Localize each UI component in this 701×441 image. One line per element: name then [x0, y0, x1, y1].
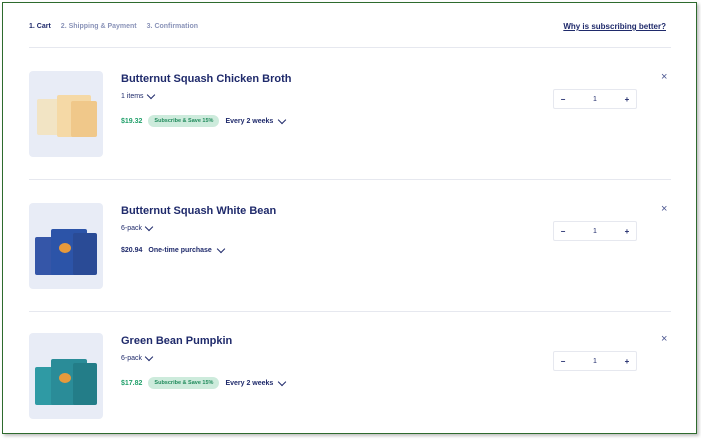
chevron-down-icon — [278, 377, 287, 386]
purchase-option-label: One-time purchase — [148, 247, 212, 254]
decrease-button[interactable]: − — [554, 357, 572, 366]
variant-label: 1 items — [121, 93, 144, 100]
variant-label: 6-pack — [121, 225, 143, 232]
increase-button[interactable]: + — [618, 95, 636, 104]
variant-selector[interactable]: 6-pack — [121, 352, 154, 362]
remove-item-icon[interactable]: × — [661, 71, 667, 83]
increase-button[interactable]: + — [618, 357, 636, 366]
price: $20.94 — [121, 247, 143, 254]
frequency-selector[interactable]: Every 2 weeks — [225, 377, 287, 387]
quantity-stepper: − 1 + — [553, 221, 637, 241]
frequency-label: Every 2 weeks — [225, 117, 274, 125]
decrease-button[interactable]: − — [554, 95, 572, 104]
quantity-stepper: − 1 + — [553, 351, 637, 371]
product-title[interactable]: Green Bean Pumpkin — [121, 335, 232, 347]
price-row: $19.32 Subscribe & Save 15% Every 2 week… — [121, 115, 287, 127]
variant-selector[interactable]: 1 items — [121, 90, 155, 100]
cart-item: Butternut Squash White Bean 6-pack $20.9… — [29, 181, 671, 311]
divider — [29, 179, 671, 180]
decrease-button[interactable]: − — [554, 227, 572, 236]
product-title[interactable]: Butternut Squash Chicken Broth — [121, 73, 292, 85]
product-image — [29, 71, 103, 157]
chevron-down-icon — [146, 90, 155, 100]
remove-item-icon[interactable]: × — [661, 203, 667, 215]
purchase-option-selector[interactable]: One-time purchase — [148, 244, 226, 254]
remove-item-icon[interactable]: × — [661, 333, 667, 345]
subscribe-badge: Subscribe & Save 15% — [148, 377, 220, 389]
price: $19.32 — [121, 117, 143, 125]
subscribe-badge: Subscribe & Save 15% — [148, 115, 220, 127]
divider — [29, 47, 671, 48]
frequency-selector[interactable]: Every 2 weeks — [225, 115, 287, 125]
variant-selector[interactable]: 6-pack — [121, 222, 154, 232]
cart-page: 1. Cart 2. Shipping & Payment 3. Confirm… — [2, 2, 697, 434]
price-row: $17.82 Subscribe & Save 15% Every 2 week… — [121, 377, 287, 389]
price: $17.82 — [121, 379, 143, 387]
checkout-steps: 1. Cart 2. Shipping & Payment 3. Confirm… — [29, 23, 198, 30]
product-image — [29, 203, 103, 289]
quantity-value[interactable]: 1 — [572, 358, 618, 365]
chevron-down-icon — [144, 222, 154, 232]
step-shipping-payment[interactable]: 2. Shipping & Payment — [61, 23, 137, 30]
step-cart[interactable]: 1. Cart — [29, 23, 51, 30]
frequency-label: Every 2 weeks — [225, 379, 274, 387]
why-subscribing-link[interactable]: Why is subscribing better? — [563, 22, 666, 31]
quantity-stepper: − 1 + — [553, 89, 637, 109]
increase-button[interactable]: + — [618, 227, 636, 236]
quantity-value[interactable]: 1 — [572, 96, 618, 103]
chevron-down-icon — [278, 115, 287, 124]
price-row: $20.94 One-time purchase — [121, 244, 226, 254]
cart-item: Butternut Squash Chicken Broth 1 items $… — [29, 49, 671, 179]
step-confirmation[interactable]: 3. Confirmation — [147, 23, 198, 30]
product-title[interactable]: Butternut Squash White Bean — [121, 205, 276, 217]
cart-item: Green Bean Pumpkin 6-pack $17.82 Subscri… — [29, 311, 671, 441]
chevron-down-icon — [216, 244, 226, 254]
variant-label: 6-pack — [121, 355, 143, 362]
product-image — [29, 333, 103, 419]
chevron-down-icon — [144, 352, 154, 362]
quantity-value[interactable]: 1 — [572, 228, 618, 235]
